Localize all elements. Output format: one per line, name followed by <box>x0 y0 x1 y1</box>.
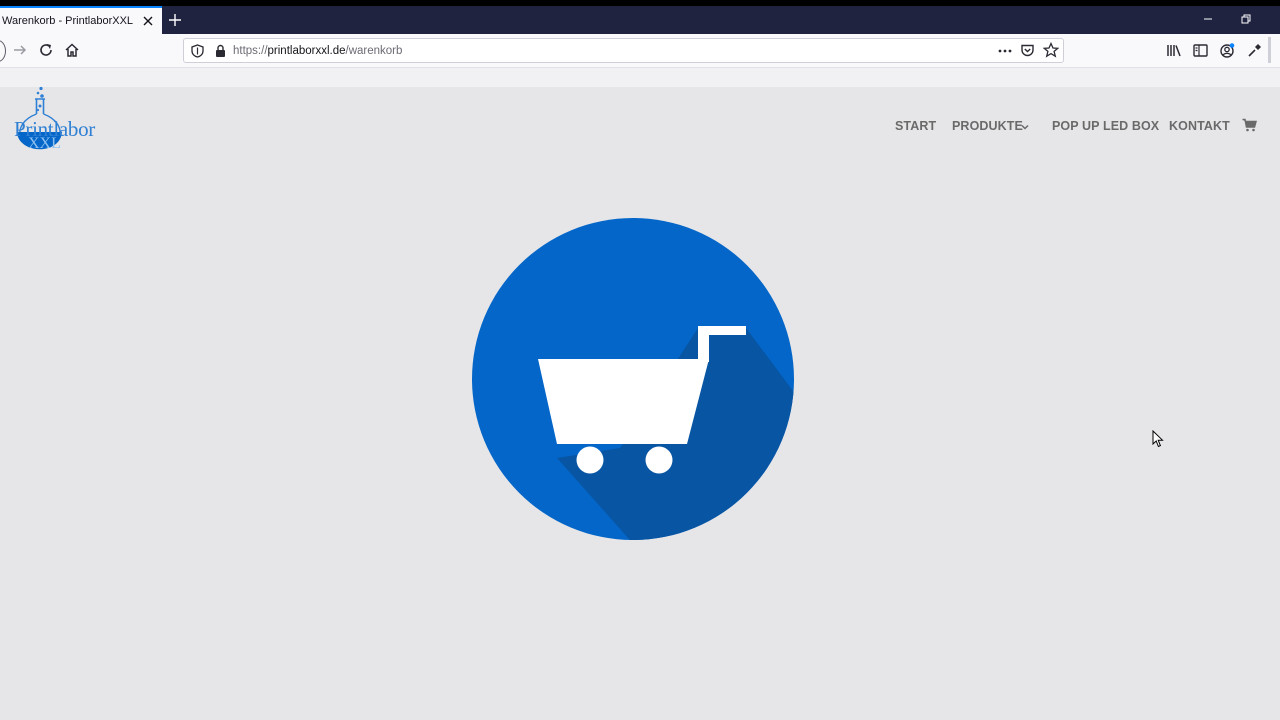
pocket-icon[interactable] <box>1020 43 1035 58</box>
navigation-toolbar: https://printlaborxxl.de/warenkorb <box>0 34 1280 68</box>
address-bar[interactable]: https://printlaborxxl.de/warenkorb <box>183 38 1064 63</box>
tab-strip: Warenkorb - PrintlaborXXL <box>0 6 1280 34</box>
back-button[interactable] <box>0 40 6 62</box>
page-content: Printlabor XXL START PRODUKTE POP UP LED… <box>0 68 1280 720</box>
home-icon[interactable] <box>64 42 80 58</box>
nav-produkte[interactable]: PRODUKTE <box>952 119 1023 133</box>
nav-start[interactable]: START <box>895 119 936 133</box>
toolbar-edge <box>1268 37 1271 63</box>
tab-warenkorb[interactable]: Warenkorb - PrintlaborXXL <box>0 6 162 34</box>
url-host: printlaborxxl.de <box>267 45 346 57</box>
tab-title: Warenkorb - PrintlaborXXL <box>2 15 134 27</box>
shopping-cart-icon <box>472 218 794 540</box>
arrow-right-icon[interactable] <box>12 42 28 58</box>
chevron-down-icon[interactable] <box>1020 122 1030 132</box>
star-icon[interactable] <box>1043 42 1059 58</box>
main-navigation: START PRODUKTE POP UP LED BOX KONTAKT <box>0 118 1280 139</box>
mouse-cursor-icon <box>1152 430 1164 448</box>
sidebar-icon[interactable] <box>1192 42 1209 59</box>
cart-icon[interactable] <box>1242 118 1257 132</box>
url-path: /warenkorb <box>345 45 403 57</box>
library-icon[interactable] <box>1166 42 1183 59</box>
nav-pop-up-led-box[interactable]: POP UP LED BOX <box>1052 119 1159 133</box>
shield-icon[interactable] <box>191 44 204 58</box>
url-scheme: https:// <box>233 45 268 57</box>
page-top-strip <box>0 68 1280 87</box>
nav-kontakt[interactable]: KONTAKT <box>1169 119 1230 133</box>
eyedropper-icon[interactable] <box>1246 42 1263 59</box>
plus-icon[interactable] <box>167 12 183 28</box>
restore-icon[interactable] <box>1239 12 1253 26</box>
reload-icon[interactable] <box>38 42 54 58</box>
minimize-icon[interactable] <box>1201 12 1215 26</box>
close-icon[interactable] <box>140 13 156 29</box>
lock-icon[interactable] <box>214 44 227 58</box>
more-dots-icon[interactable] <box>997 44 1013 58</box>
url-text[interactable]: https://printlaborxxl.de/warenkorb <box>233 45 402 57</box>
account-icon[interactable] <box>1219 42 1236 59</box>
